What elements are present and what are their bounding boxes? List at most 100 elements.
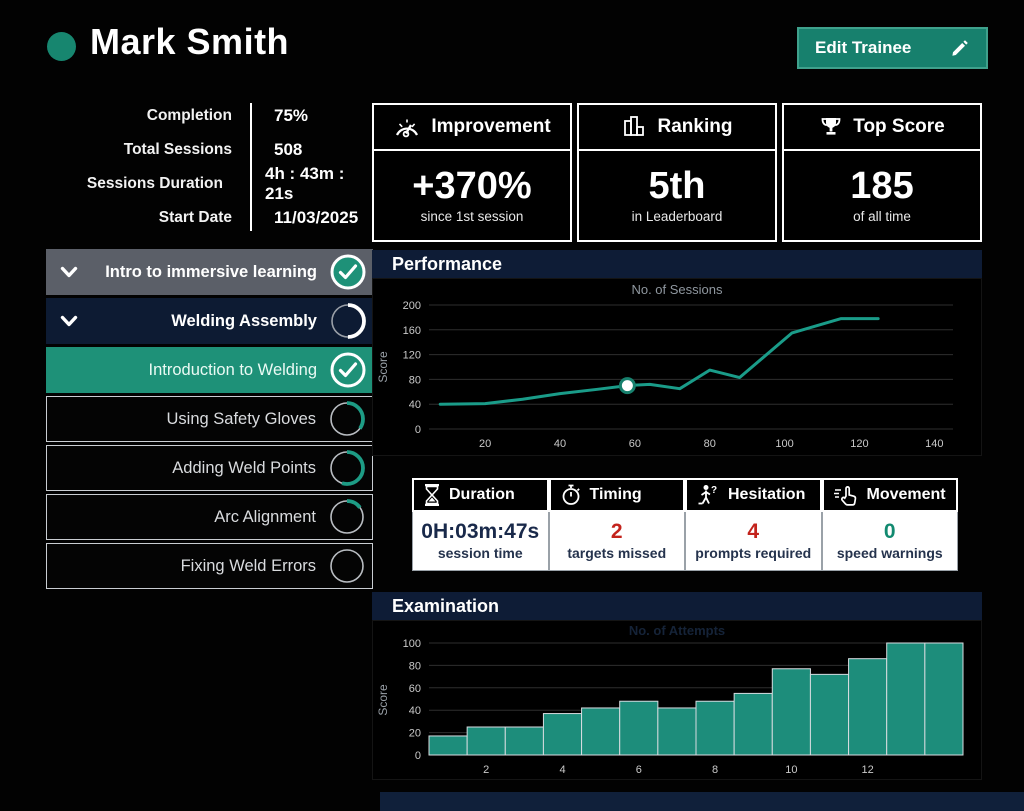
- profile-stat-row: Sessions Duration4h : 43m : 21s: [46, 167, 372, 201]
- svg-text:No. of Attempts: No. of Attempts: [629, 623, 725, 638]
- card-value: 5th: [649, 167, 706, 207]
- profile-stat-value: 508: [232, 140, 302, 160]
- svg-text:Score: Score: [376, 351, 390, 383]
- svg-text:20: 20: [409, 728, 421, 740]
- metric-body-hesitation: 4prompts required: [685, 512, 822, 571]
- svg-text:12: 12: [862, 764, 874, 776]
- metric-body-timing: 2targets missed: [549, 512, 686, 571]
- metric-header-movement: Movement: [822, 478, 959, 512]
- profile-stat-label: Sessions Duration: [46, 175, 223, 193]
- module-label: Arc Alignment: [87, 508, 328, 527]
- pencil-icon: [950, 38, 970, 58]
- module-list: Intro to immersive learning Welding Assem…: [46, 249, 373, 592]
- svg-text:0: 0: [415, 424, 421, 436]
- svg-text:?: ?: [711, 485, 717, 496]
- module-row-using-safety-gloves[interactable]: Using Safety Gloves: [46, 396, 373, 442]
- module-label: Intro to immersive learning: [86, 263, 329, 282]
- card-body: 5th in Leaderboard: [579, 151, 775, 240]
- metric-value: 0: [823, 519, 958, 544]
- svg-text:Score: Score: [376, 684, 390, 716]
- profile-stat-value: 75%: [232, 106, 308, 126]
- progress-ring-icon: [328, 449, 366, 487]
- card-title: Improvement: [431, 116, 550, 138]
- svg-text:2: 2: [483, 764, 489, 776]
- summary-cards: Improvement +370%since 1st session Ranking…: [372, 103, 982, 242]
- svg-text:80: 80: [409, 374, 421, 386]
- hesitation-icon: ?: [696, 483, 720, 507]
- chevron-down-icon[interactable]: [60, 315, 86, 328]
- module-row-intro-to-immersive-learning[interactable]: Intro to immersive learning: [46, 249, 373, 295]
- progress-ring-icon: [328, 400, 366, 438]
- metric-title: Timing: [590, 486, 642, 504]
- metric-caption: session time: [413, 545, 548, 561]
- profile-stat-row: Total Sessions508: [46, 133, 372, 167]
- module-label: Introduction to Welding: [86, 361, 329, 380]
- metric-title: Movement: [867, 486, 946, 504]
- svg-text:60: 60: [629, 438, 641, 450]
- metric-header-hesitation: ?Hesitation: [685, 478, 822, 512]
- movement-icon: [833, 484, 859, 506]
- module-row-welding-assembly[interactable]: Welding Assembly: [46, 298, 373, 344]
- svg-text:120: 120: [850, 438, 868, 450]
- svg-text:20: 20: [479, 438, 491, 450]
- profile-stat-label: Total Sessions: [46, 141, 232, 159]
- metric-header-timing: Timing: [549, 478, 686, 512]
- chevron-down-icon[interactable]: [60, 266, 86, 279]
- card-title: Ranking: [658, 116, 733, 138]
- performance-section-header: Performance: [372, 250, 982, 278]
- card-header: Top Score: [784, 105, 980, 151]
- examination-title: Examination: [372, 596, 499, 617]
- svg-text:6: 6: [636, 764, 642, 776]
- bottom-accent-strip: [380, 792, 1024, 811]
- examination-section-header: Examination: [372, 592, 982, 620]
- card-value: +370%: [412, 167, 531, 207]
- svg-text:10: 10: [785, 764, 797, 776]
- metric-value: 0H:03m:47s: [413, 519, 548, 544]
- stats-divider: [250, 103, 252, 231]
- svg-text:0: 0: [415, 750, 421, 762]
- module-row-adding-weld-points[interactable]: Adding Weld Points: [46, 445, 373, 491]
- svg-text:100: 100: [403, 638, 421, 650]
- profile-stat-label: Start Date: [46, 209, 232, 227]
- hourglass-icon: [423, 484, 441, 506]
- module-label: Fixing Weld Errors: [87, 557, 328, 576]
- profile-stats: Completion75%Total Sessions508Sessions D…: [46, 99, 372, 235]
- module-row-fixing-weld-errors[interactable]: Fixing Weld Errors: [46, 543, 373, 589]
- svg-text:No. of Sessions: No. of Sessions: [631, 282, 723, 297]
- module-row-arc-alignment[interactable]: Arc Alignment: [46, 494, 373, 540]
- metric-header-duration: Duration: [412, 478, 549, 512]
- card-title: Top Score: [853, 116, 945, 138]
- card-caption: in Leaderboard: [632, 209, 723, 224]
- svg-text:100: 100: [775, 438, 793, 450]
- page-title: Mark Smith: [90, 21, 289, 63]
- svg-text:40: 40: [409, 399, 421, 411]
- edit-trainee-button[interactable]: Edit Trainee: [797, 27, 988, 69]
- svg-text:160: 160: [403, 325, 421, 337]
- examination-bar-chart: No. of AttemptsScore02040608010024681012: [372, 620, 982, 780]
- card-value: 185: [850, 167, 913, 207]
- metric-caption: targets missed: [550, 545, 685, 561]
- metric-body-duration: 0H:03m:47ssession time: [412, 512, 549, 571]
- profile-stat-row: Start Date11/03/2025: [46, 201, 372, 235]
- check-outline-icon: [329, 351, 367, 389]
- module-label: Adding Weld Points: [87, 459, 328, 478]
- module-row-introduction-to-welding[interactable]: Introduction to Welding: [46, 347, 373, 393]
- check-filled-icon: [329, 253, 367, 291]
- svg-text:40: 40: [409, 705, 421, 717]
- half-ring-icon: [329, 302, 367, 340]
- card-body: 185 of all time: [784, 151, 980, 240]
- edit-trainee-label: Edit Trainee: [815, 38, 911, 58]
- performance-title: Performance: [372, 254, 502, 275]
- card-header: Improvement: [374, 105, 570, 151]
- module-label: Using Safety Gloves: [87, 410, 328, 429]
- metric-value: 4: [686, 519, 821, 544]
- trainee-dashboard: Mark Smith Edit Trainee Completion75%Tot…: [0, 0, 1024, 811]
- card-caption: of all time: [853, 209, 911, 224]
- card-body: +370%since 1st session: [374, 151, 570, 240]
- svg-text:80: 80: [409, 660, 421, 672]
- svg-text:80: 80: [704, 438, 716, 450]
- profile-stat-row: Completion75%: [46, 99, 372, 133]
- module-label: Welding Assembly: [86, 312, 329, 331]
- bar-chart-icon: [622, 115, 648, 139]
- profile-stat-value: 4h : 43m : 21s: [223, 164, 372, 204]
